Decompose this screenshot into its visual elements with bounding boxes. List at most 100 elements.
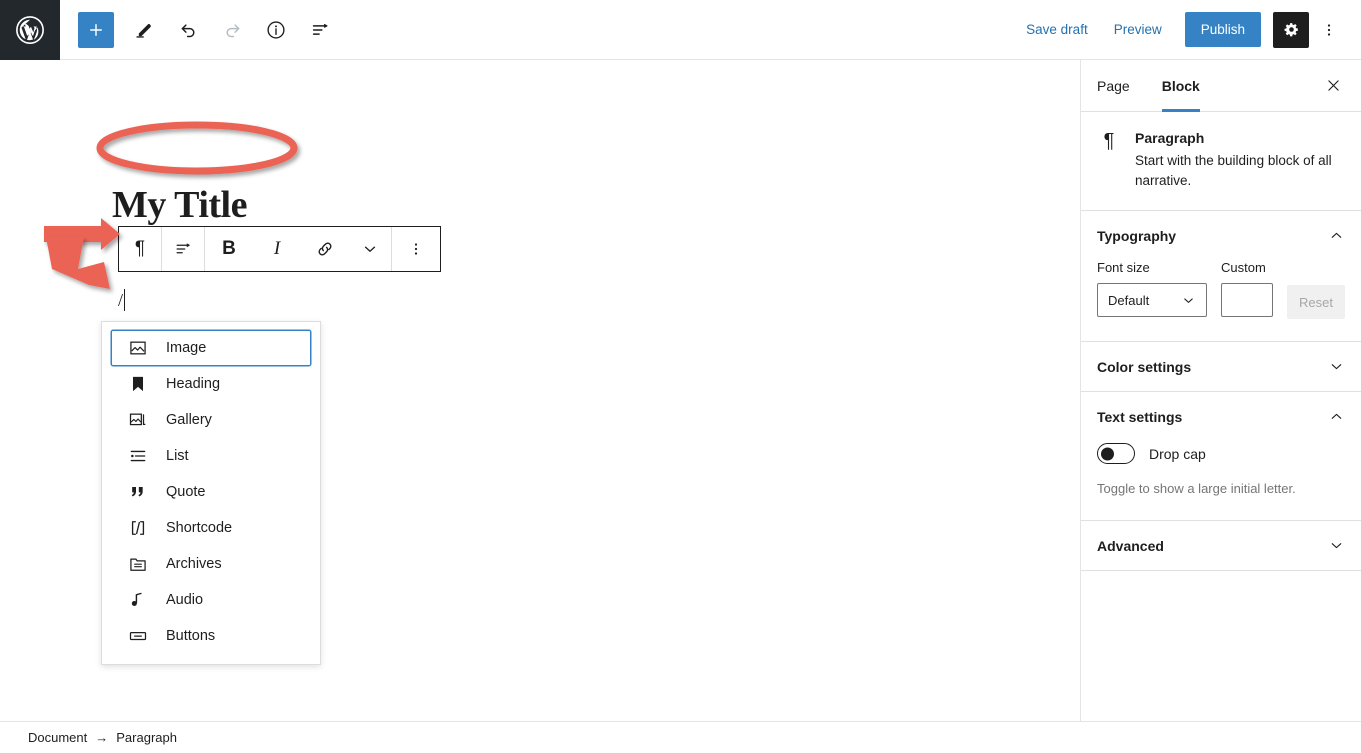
panel-text-settings: Text settings Drop cap Toggle to show a … xyxy=(1081,392,1361,522)
editor-body: My Title ¶ B I / Image Heading Gallery L… xyxy=(0,60,1361,721)
chevron-up-icon xyxy=(1331,413,1342,419)
selected-block-info: Paragraph Start with the building block … xyxy=(1135,130,1345,190)
redo-button[interactable] xyxy=(210,8,254,52)
bold-button[interactable]: B xyxy=(205,227,253,271)
italic-icon: I xyxy=(273,238,281,259)
pilcrow-icon: ¶ xyxy=(1103,130,1115,152)
inserter-item-buttons[interactable]: Buttons xyxy=(111,618,311,654)
breadcrumb-separator: → xyxy=(95,730,109,745)
wordpress-logo-icon[interactable]: W xyxy=(0,0,60,60)
font-size-label: Font size xyxy=(1097,260,1150,276)
panel-text-settings-header[interactable]: Text settings xyxy=(1081,392,1361,441)
panel-advanced: Advanced xyxy=(1081,521,1361,572)
inserter-item-label: List xyxy=(166,447,189,464)
align-left-icon xyxy=(176,243,190,254)
svg-text:W: W xyxy=(23,24,37,39)
tab-block[interactable]: Block xyxy=(1146,60,1216,112)
custom-size-input[interactable] xyxy=(1221,283,1274,318)
editor-header: W Save draft Preview Publish xyxy=(0,0,1361,60)
chevron-down-icon xyxy=(1331,364,1342,370)
inserter-item-shortcode[interactable]: Shortcode xyxy=(111,510,311,546)
inserter-item-label: Buttons xyxy=(166,627,216,644)
preview-button[interactable]: Preview xyxy=(1101,14,1175,45)
header-spacer xyxy=(342,0,1013,59)
panel-advanced-header[interactable]: Advanced xyxy=(1081,521,1361,570)
link-icon xyxy=(318,242,332,256)
panel-title: Color settings xyxy=(1097,358,1192,375)
inserter-item-image[interactable]: Image xyxy=(111,330,311,366)
post-title[interactable]: My Title xyxy=(112,184,247,227)
tab-page[interactable]: Page xyxy=(1081,60,1146,111)
more-rich-text-button[interactable] xyxy=(349,227,391,271)
list-view-button[interactable] xyxy=(298,8,342,52)
gear-icon xyxy=(1284,23,1298,37)
editor-canvas[interactable]: My Title ¶ B I / Image Heading Gallery L… xyxy=(0,60,1081,721)
chevron-down-icon xyxy=(1331,543,1342,549)
sidebar-tabs: Page Block xyxy=(1081,60,1361,112)
inserter-item-label: Shortcode xyxy=(166,519,233,536)
archives-icon xyxy=(126,552,150,576)
block-options-button[interactable] xyxy=(392,227,440,271)
block-options-group xyxy=(392,227,440,271)
panel-color-settings-header[interactable]: Color settings xyxy=(1081,342,1361,391)
wordpress-logo-glyph: W xyxy=(16,16,44,44)
gallery-icon xyxy=(126,408,150,432)
breadcrumb-bar: Document → Paragraph xyxy=(0,721,1361,753)
font-size-select[interactable]: Default xyxy=(1097,283,1208,318)
close-icon xyxy=(1327,80,1339,91)
slash-inserter-popover: Image Heading Gallery List Quote Shortco… xyxy=(101,321,321,665)
text-caret xyxy=(124,289,126,311)
inserter-item-audio[interactable]: Audio xyxy=(111,582,311,618)
details-button[interactable] xyxy=(254,8,298,52)
inserter-item-quote[interactable]: Quote xyxy=(111,474,311,510)
inserter-item-label: Heading xyxy=(166,375,221,392)
quote-icon xyxy=(126,480,150,504)
pilcrow-icon: ¶ xyxy=(134,238,146,259)
close-sidebar-button[interactable] xyxy=(1315,60,1351,111)
bold-icon: B xyxy=(222,238,236,259)
inserter-item-label: Quote xyxy=(166,483,206,500)
buttons-icon xyxy=(126,624,150,648)
inserter-item-list[interactable]: List xyxy=(111,438,311,474)
selected-block-description: Start with the building block of all nar… xyxy=(1135,153,1332,188)
link-button[interactable] xyxy=(301,227,349,271)
drop-cap-help-text: Toggle to show a large initial letter. xyxy=(1097,481,1296,497)
paragraph-text: / xyxy=(118,290,124,310)
publish-button[interactable]: Publish xyxy=(1184,12,1261,47)
align-button[interactable] xyxy=(162,227,204,271)
breadcrumb-paragraph[interactable]: Paragraph xyxy=(112,728,181,747)
panel-color-settings: Color settings xyxy=(1081,342,1361,393)
inserter-item-label: Image xyxy=(166,339,207,356)
reset-font-size-button[interactable]: Reset xyxy=(1287,285,1345,320)
panel-typography-header[interactable]: Typography xyxy=(1081,211,1361,260)
paragraph-block[interactable]: / xyxy=(118,287,126,313)
italic-button[interactable]: I xyxy=(253,227,301,271)
font-size-field: Font size Default xyxy=(1097,260,1208,318)
inserter-item-archives[interactable]: Archives xyxy=(111,546,311,582)
image-icon xyxy=(126,336,150,360)
inserter-item-label: Audio xyxy=(166,591,204,608)
info-circle-icon xyxy=(267,20,285,39)
edit-mode-button[interactable] xyxy=(122,8,166,52)
redo-arrow-icon xyxy=(226,24,239,38)
block-type-group: ¶ xyxy=(119,227,162,271)
add-block-button[interactable] xyxy=(78,11,114,48)
pencil-icon xyxy=(135,24,151,38)
inserter-item-heading[interactable]: Heading xyxy=(111,366,311,402)
panel-text-settings-body: Drop cap Toggle to show a large initial … xyxy=(1081,441,1361,520)
settings-button[interactable] xyxy=(1273,11,1309,48)
breadcrumb-document[interactable]: Document xyxy=(24,728,91,747)
drop-cap-toggle[interactable] xyxy=(1097,443,1135,465)
drop-cap-label: Drop cap xyxy=(1149,445,1206,462)
block-type-button[interactable]: ¶ xyxy=(119,227,161,271)
audio-icon xyxy=(126,588,150,612)
undo-button[interactable] xyxy=(166,8,210,52)
selected-block-card: ¶ Paragraph Start with the building bloc… xyxy=(1081,112,1361,212)
inserter-item-gallery[interactable]: Gallery xyxy=(111,402,311,438)
chevron-up-icon xyxy=(1331,232,1342,238)
more-options-button[interactable] xyxy=(1311,12,1347,48)
undo-arrow-icon xyxy=(181,24,194,38)
panel-title: Text settings xyxy=(1097,408,1183,425)
save-draft-button[interactable]: Save draft xyxy=(1013,14,1101,45)
panel-typography-body: Font size Default Custom Reset xyxy=(1081,260,1361,341)
